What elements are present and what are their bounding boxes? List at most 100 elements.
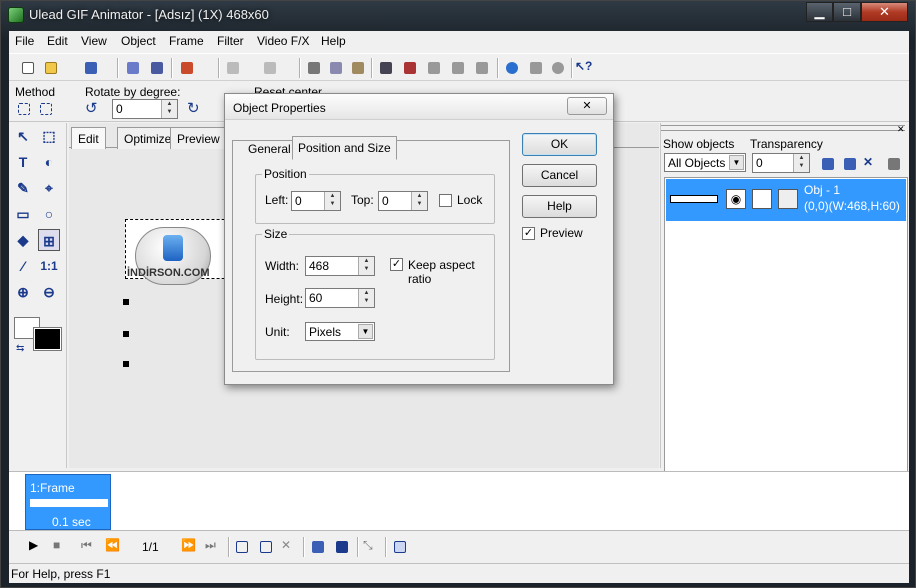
menu-filter[interactable]: Filter <box>217 34 244 48</box>
copy-icon[interactable] <box>327 59 345 77</box>
keep-aspect-ratio-checkbox[interactable]: ✓ <box>390 258 403 271</box>
maximize-button[interactable]: □ <box>833 2 861 22</box>
tab-preview[interactable]: Preview <box>170 127 227 149</box>
eyedropper-tool-icon[interactable]: ⁄ <box>12 255 34 277</box>
object-properties-icon[interactable] <box>885 155 903 173</box>
tool-icon-e[interactable] <box>549 59 567 77</box>
browser-preview-icon[interactable] <box>503 59 521 77</box>
height-input[interactable]: 60 ▲ ▼ <box>305 288 375 308</box>
new-object-icon[interactable] <box>819 155 837 173</box>
close-button[interactable]: ✕ <box>861 2 908 22</box>
cut-icon[interactable] <box>305 59 323 77</box>
add-image-icon[interactable] <box>124 59 142 77</box>
crop-tool-icon[interactable]: ⊞ <box>38 229 60 251</box>
menu-video-fx[interactable]: Video F/X <box>257 34 309 48</box>
title-bar[interactable]: Ulead GIF Animator - [Adsız] (1X) 468x60… <box>1 1 916 29</box>
ok-button[interactable]: OK <box>522 133 597 156</box>
menu-file[interactable]: File <box>15 34 34 48</box>
duplicate-frame-icon[interactable] <box>257 538 275 556</box>
delete-frame-icon[interactable] <box>401 59 419 77</box>
object-row[interactable]: ◉ Obj - 1 (0,0)(W:468,H:60) <box>666 179 906 221</box>
next-frame-icon[interactable]: ⏩ <box>181 538 199 556</box>
method-icon-1[interactable] <box>15 100 33 118</box>
brush-tool-icon[interactable]: ✎ <box>12 177 34 199</box>
menu-help[interactable]: Help <box>321 34 346 48</box>
lasso-tool-icon[interactable]: ○ <box>38 203 60 225</box>
add-video-icon[interactable] <box>148 59 166 77</box>
tool-icon-d[interactable] <box>527 59 545 77</box>
tab-edit[interactable]: Edit <box>71 127 106 149</box>
object-list <box>664 177 908 493</box>
actual-size-icon[interactable]: 1:1 <box>38 255 60 277</box>
menu-frame[interactable]: Frame <box>169 34 204 48</box>
lock-toggle[interactable] <box>752 189 772 209</box>
frame-thumbnail[interactable]: 1:Frame 0.1 sec <box>25 474 111 530</box>
new-file-icon[interactable] <box>19 59 37 77</box>
selection-handle[interactable] <box>123 361 129 367</box>
fill-tool-icon[interactable]: ◆ <box>12 229 34 251</box>
tool-icon-a[interactable] <box>425 59 443 77</box>
frame-panel-properties-icon[interactable] <box>391 538 409 556</box>
delete-object-icon[interactable]: ✕ <box>863 155 881 173</box>
text-tool-icon[interactable]: T <box>12 151 34 173</box>
transform-tool-icon[interactable]: ◐ <box>38 151 60 173</box>
selection-handle[interactable] <box>123 299 129 305</box>
visibility-eye-icon[interactable]: ◉ <box>726 189 746 209</box>
rotate-ccw-icon[interactable]: ↺ <box>85 99 103 117</box>
method-icon-2[interactable] <box>37 100 55 118</box>
add-frame-icon[interactable] <box>233 538 251 556</box>
open-folder-icon[interactable] <box>42 59 60 77</box>
save-icon[interactable] <box>82 59 100 77</box>
width-input[interactable]: 468 ▲ ▼ <box>305 256 375 276</box>
delete-frame-bottom-icon[interactable]: ✕ <box>281 538 299 556</box>
foreground-color-swatch[interactable] <box>33 327 62 351</box>
lock-checkbox[interactable] <box>439 194 452 207</box>
preview-checkbox[interactable]: ✓ <box>522 227 535 240</box>
frame-tool-icon[interactable]: ⤡ <box>363 538 381 556</box>
app-icon[interactable] <box>8 7 24 23</box>
zoom-out-icon[interactable]: ⊖ <box>38 281 60 303</box>
panel-close-icon[interactable]: ✕ <box>897 124 905 135</box>
redo-icon[interactable] <box>261 59 279 77</box>
left-input[interactable]: 0 ▲ ▼ <box>291 191 341 211</box>
eraser-tool-icon[interactable]: ▭ <box>12 203 34 225</box>
menu-edit[interactable]: Edit <box>47 34 68 48</box>
duplicate-object-icon[interactable] <box>841 155 859 173</box>
object-thumbnail-icon[interactable] <box>778 189 798 209</box>
transparency-input[interactable]: 0 ▲ ▼ <box>752 153 810 173</box>
rotate-degree-input[interactable]: 0 ▲ ▼ <box>112 99 178 119</box>
banner-text-icon[interactable] <box>178 59 196 77</box>
help-button[interactable]: Help <box>522 195 597 218</box>
paste-icon[interactable] <box>349 59 367 77</box>
stop-icon[interactable]: ■ <box>53 538 71 556</box>
menu-view[interactable]: View <box>81 34 107 48</box>
top-input[interactable]: 0 ▲ ▼ <box>378 191 428 211</box>
unit-dropdown[interactable]: Pixels ▼ <box>305 322 375 341</box>
dialog-title-bar[interactable]: Object Properties ✕ <box>225 94 613 120</box>
last-frame-icon[interactable]: ⏭ <box>205 538 223 556</box>
text-banner-icon[interactable] <box>333 538 351 556</box>
tween-icon[interactable] <box>309 538 327 556</box>
tool-icon-c[interactable] <box>473 59 491 77</box>
zoom-in-icon[interactable]: ⊕ <box>12 281 34 303</box>
first-frame-icon[interactable]: ⏮ <box>81 538 99 556</box>
cancel-button[interactable]: Cancel <box>522 164 597 187</box>
frame-properties-icon[interactable] <box>377 59 395 77</box>
minimize-button[interactable]: ▁ <box>806 2 833 22</box>
rotate-cw-icon[interactable]: ↻ <box>187 99 205 117</box>
swap-colors-icon[interactable]: ⇆ <box>16 343 24 354</box>
pointer-tool-icon[interactable]: ↖ <box>12 125 34 147</box>
tool-icon-b[interactable] <box>449 59 467 77</box>
dialog-close-button[interactable]: ✕ <box>567 97 607 115</box>
menu-object[interactable]: Object <box>121 34 156 48</box>
tab-position-and-size[interactable]: Position and Size <box>292 136 397 160</box>
show-objects-dropdown[interactable]: All Objects ▼ <box>664 153 746 172</box>
selection-handle[interactable] <box>123 331 129 337</box>
previous-frame-icon[interactable]: ⏪ <box>105 538 123 556</box>
select-tool-icon[interactable]: ⬚ <box>38 125 60 147</box>
clone-tool-icon[interactable]: ⌖ <box>38 177 60 199</box>
undo-icon[interactable] <box>224 59 242 77</box>
context-help-icon[interactable]: ↖? <box>575 59 593 77</box>
tab-general[interactable]: General <box>245 140 294 159</box>
play-icon[interactable]: ▶ <box>29 538 47 556</box>
